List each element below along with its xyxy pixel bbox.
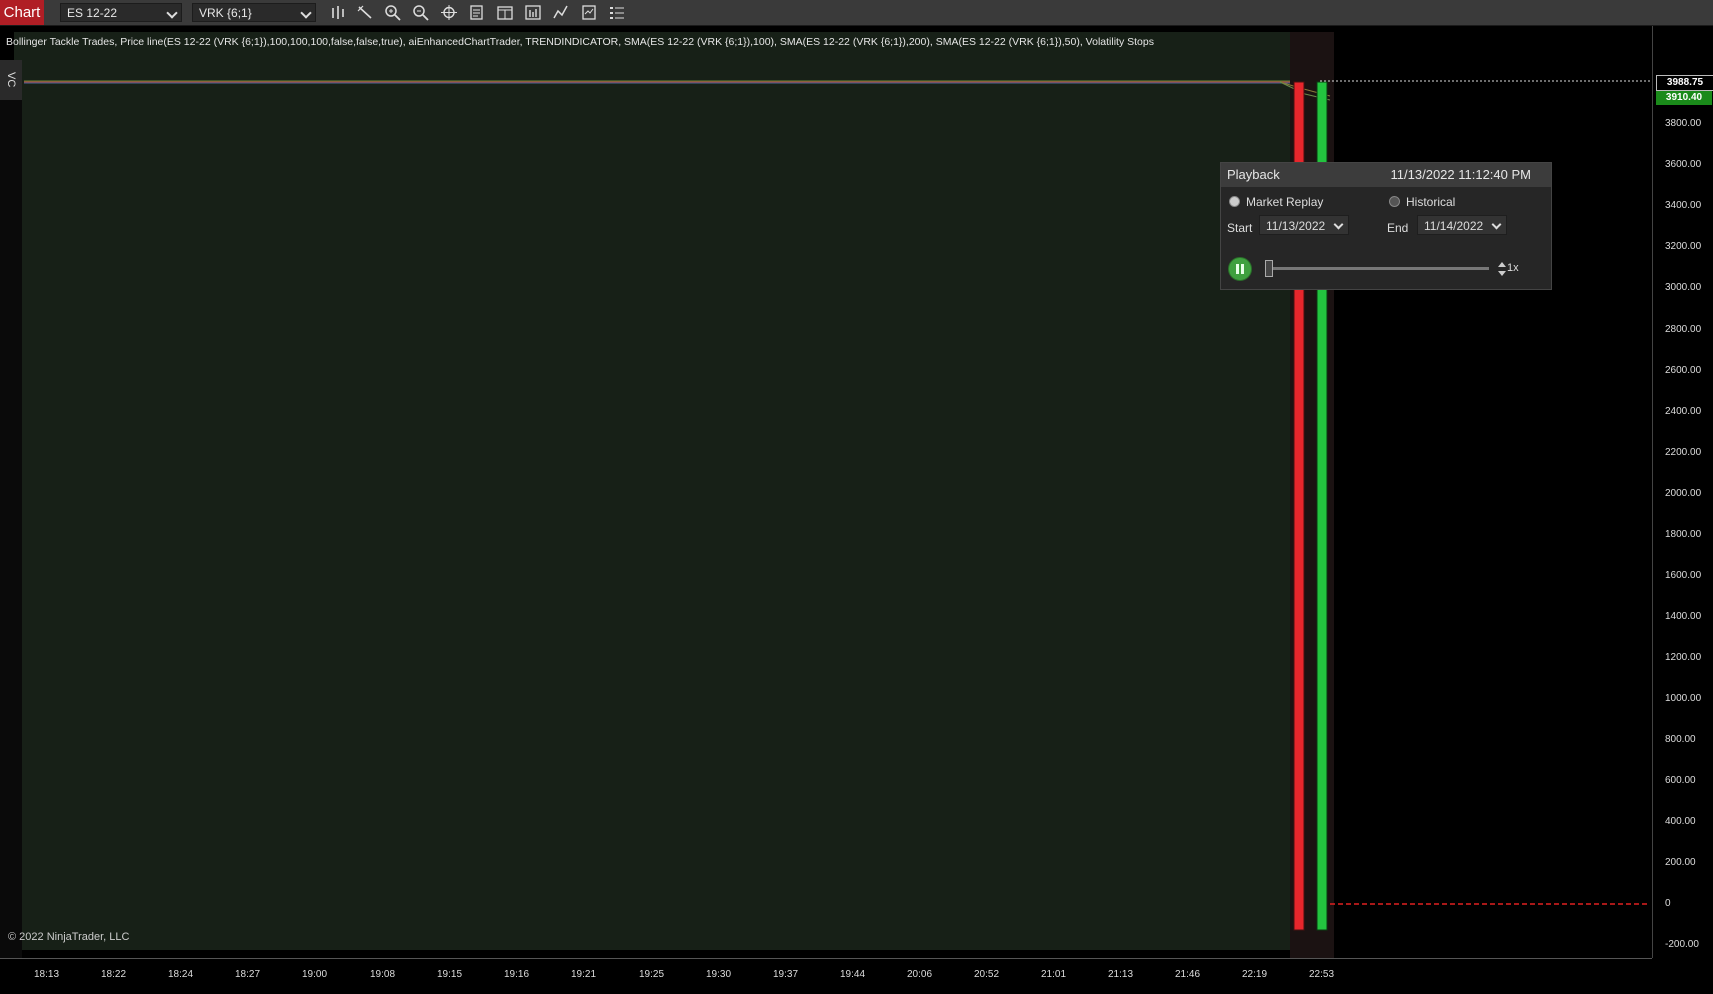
price-tick-label: 2000.00: [1665, 488, 1702, 499]
playback-panel[interactable]: Playback 11/13/2022 11:12:40 PM Market R…: [1220, 162, 1552, 290]
price-tick-label: 2400.00: [1665, 406, 1702, 417]
price-tick-label: 2600.00: [1665, 365, 1702, 376]
price-tick-label: 1400.00: [1665, 611, 1702, 622]
time-tick-label: 19:16: [504, 969, 530, 980]
bar-type-selector[interactable]: VRK {6;1}: [192, 3, 316, 22]
chart-trader-icon[interactable]: [495, 3, 515, 22]
market-replay-label: Market Replay: [1246, 195, 1324, 209]
bars-type-icon[interactable]: [328, 3, 348, 22]
market-replay-radio[interactable]: Market Replay: [1229, 195, 1323, 209]
price-tick-label: 3600.00: [1665, 159, 1702, 170]
time-tick-label: 18:24: [168, 969, 194, 980]
end-date-value: 11/14/2022: [1424, 219, 1484, 233]
price-tick-label: 1200.00: [1665, 652, 1702, 663]
zoom-in-icon[interactable]: [383, 3, 403, 22]
chevron-down-icon: [1333, 219, 1344, 230]
price-tick-label: 400.00: [1665, 816, 1696, 827]
time-tick-label: 21:46: [1175, 969, 1201, 980]
strategies-icon[interactable]: [523, 3, 543, 22]
price-tick-label: 800.00: [1665, 734, 1696, 745]
time-tick-label: 19:37: [773, 969, 799, 980]
time-tick-label: 18:13: [34, 969, 60, 980]
chart-tab[interactable]: Chart: [0, 0, 44, 25]
time-tick-label: 18:27: [235, 969, 261, 980]
time-tick-label: 20:06: [907, 969, 933, 980]
price-tick-label: 3400.00: [1665, 200, 1702, 211]
price-tick-label: 3200.00: [1665, 241, 1702, 252]
playback-slider-thumb[interactable]: [1265, 260, 1274, 277]
time-tick-label: 19:25: [639, 969, 665, 980]
price-tick-label: 0: [1665, 898, 1671, 909]
playback-slider-track[interactable]: [1265, 267, 1489, 270]
price-axis[interactable]: 3988.75 3910.40 3800.00 3600.00 3400.00 …: [1652, 26, 1713, 958]
playback-datetime: 11/13/2022 11:12:40 PM: [1390, 167, 1531, 182]
speed-spinner-icon[interactable]: [1497, 259, 1507, 279]
time-tick-label: 19:08: [370, 969, 396, 980]
price-tick-label: 200.00: [1665, 857, 1696, 868]
zoom-out-icon[interactable]: [411, 3, 431, 22]
price-tick-label: 2200.00: [1665, 447, 1702, 458]
radio-unselected-icon: [1389, 196, 1400, 207]
instrument-value: ES 12-22: [67, 6, 118, 20]
price-tick-label: 1000.00: [1665, 693, 1702, 704]
time-tick-label: 22:19: [1242, 969, 1268, 980]
time-tick-label: 21:01: [1041, 969, 1067, 980]
price-tick-label: 1600.00: [1665, 570, 1702, 581]
end-label: End: [1387, 221, 1409, 235]
properties-icon[interactable]: [579, 3, 599, 22]
time-tick-label: 21:13: [1108, 969, 1134, 980]
chevron-down-icon: [1491, 219, 1502, 230]
chevron-down-icon: [166, 7, 178, 19]
price-tick-label: -200.00: [1665, 939, 1699, 950]
chevron-down-icon: [300, 7, 312, 19]
price-tick-label: 600.00: [1665, 775, 1696, 786]
time-tick-label: 19:44: [840, 969, 866, 980]
radio-selected-icon: [1229, 196, 1240, 207]
time-tick-label: 19:15: [437, 969, 463, 980]
start-label: Start: [1227, 221, 1253, 235]
chart-toolbar: Chart ES 12-22 VRK {6;1}: [0, 0, 1713, 26]
playback-speed: 1x: [1507, 262, 1519, 274]
crosshair-icon[interactable]: [439, 3, 459, 22]
price-tick-label: 3000.00: [1665, 282, 1702, 293]
historical-label: Historical: [1406, 195, 1456, 209]
time-tick-label: 22:53: [1309, 969, 1335, 980]
price-tick-label: 3800.00: [1665, 118, 1702, 129]
time-tick-label: 19:21: [571, 969, 597, 980]
pause-button[interactable]: [1228, 257, 1252, 281]
indicators-icon[interactable]: [551, 3, 571, 22]
historical-radio[interactable]: Historical: [1389, 195, 1455, 209]
last-price-tag: 3988.75: [1656, 75, 1713, 91]
time-tick-label: 18:22: [101, 969, 127, 980]
stop-price-tag: 3910.40: [1656, 91, 1712, 105]
end-date-picker[interactable]: 11/14/2022: [1417, 215, 1507, 235]
draw-tool-icon[interactable]: [355, 3, 375, 22]
start-date-value: 11/13/2022: [1266, 219, 1326, 233]
playback-title: Playback: [1227, 167, 1280, 182]
price-tick-label: 1800.00: [1665, 529, 1702, 540]
time-tick-label: 19:30: [706, 969, 732, 980]
templates-icon[interactable]: [607, 3, 627, 22]
time-tick-label: 20:52: [974, 969, 1000, 980]
instrument-selector[interactable]: ES 12-22: [60, 3, 182, 22]
data-box-icon[interactable]: [467, 3, 487, 22]
bar-type-value: VRK {6;1}: [199, 6, 252, 20]
playback-header[interactable]: Playback 11/13/2022 11:12:40 PM: [1221, 163, 1551, 187]
price-tick-label: 2800.00: [1665, 324, 1702, 335]
start-date-picker[interactable]: 11/13/2022: [1259, 215, 1349, 235]
time-axis[interactable]: 18:13 18:22 18:24 18:27 19:00 19:08 19:1…: [0, 958, 1652, 994]
time-tick-label: 19:00: [302, 969, 328, 980]
